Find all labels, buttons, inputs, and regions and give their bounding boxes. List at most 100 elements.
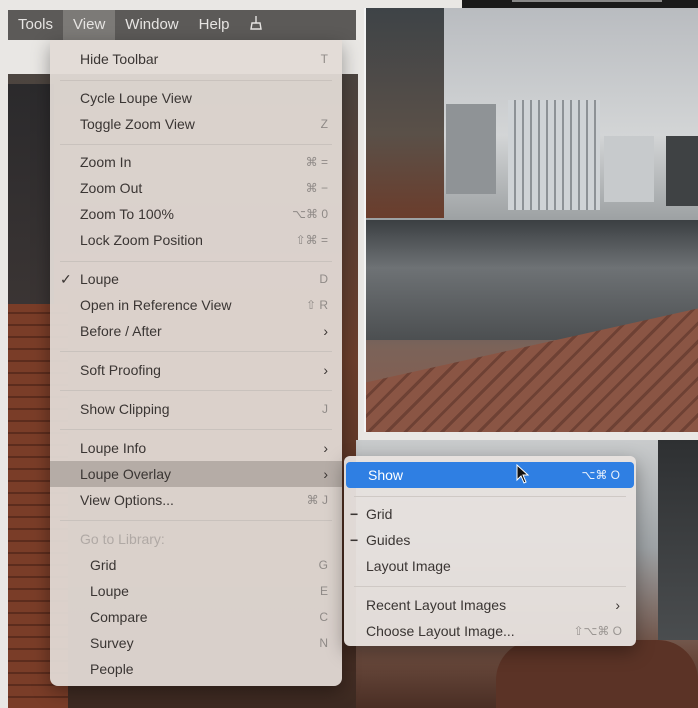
menu-item-loupe[interactable]: ✓ Loupe D (50, 266, 342, 292)
chevron-right-icon: › (323, 362, 328, 378)
menu-item-library-compare[interactable]: Compare C (50, 604, 342, 630)
menu-item-zoom-100[interactable]: Zoom To 100% ⌥⌘ 0 (50, 201, 342, 227)
menu-separator (60, 351, 332, 352)
menu-item-open-reference-view[interactable]: Open in Reference View ⇧ R (50, 292, 342, 318)
menu-item-label: Layout Image (366, 558, 451, 574)
menu-item-lock-zoom-position[interactable]: Lock Zoom Position ⇧⌘ = (50, 227, 342, 253)
mixed-state-icon: − (350, 532, 359, 548)
photo-building-distant (604, 136, 654, 202)
checkmark-icon: ✓ (60, 271, 72, 287)
menu-item-before-after[interactable]: Before / After › (50, 318, 342, 344)
view-menu: Hide Toolbar T Cycle Loupe View Toggle Z… (50, 40, 342, 686)
menu-separator (60, 390, 332, 391)
menu-item-label: Loupe Overlay (80, 466, 172, 482)
shortcut: G (318, 558, 328, 572)
menu-separator (60, 429, 332, 430)
menu-item-label: Loupe (90, 583, 129, 599)
photo-building-office (508, 100, 600, 210)
shortcut: ⇧⌘ = (295, 233, 328, 247)
menu-item-label: Zoom In (80, 154, 132, 170)
menu-item-label: Show (368, 467, 404, 483)
menu-item-library-people[interactable]: People (50, 656, 342, 682)
menu-separator (60, 80, 332, 81)
menu-item-library-survey[interactable]: Survey N (50, 630, 342, 656)
menu-item-label: Choose Layout Image... (366, 623, 515, 639)
menu-item-label: Open in Reference View (80, 297, 232, 313)
menu-item-label: Before / After (80, 323, 162, 339)
tower-building (8, 84, 54, 314)
photo-tower (658, 440, 698, 640)
menu-item-label: Cycle Loupe View (80, 90, 192, 106)
submenu-item-layout-image[interactable]: Layout Image (344, 553, 636, 579)
menu-item-label: Survey (90, 635, 134, 651)
menu-item-hide-toolbar[interactable]: Hide Toolbar T (50, 46, 342, 72)
menu-item-label: Loupe (80, 271, 119, 287)
canal-photo-preview (364, 8, 698, 432)
panel-strip-line (512, 0, 662, 2)
menu-item-library-loupe[interactable]: Loupe E (50, 578, 342, 604)
menu-item-label: Zoom To 100% (80, 206, 174, 222)
chevron-right-icon: › (323, 466, 328, 482)
shortcut: C (319, 610, 328, 624)
menu-item-label: Guides (366, 532, 411, 548)
menu-item-toggle-zoom-view[interactable]: Toggle Zoom View Z (50, 111, 342, 137)
menu-item-label: Hide Toolbar (80, 51, 159, 67)
photo-building-left (366, 8, 444, 218)
menu-window[interactable]: Window (115, 10, 188, 40)
menu-header-label: Go to Library: (80, 531, 165, 547)
menu-item-zoom-in[interactable]: Zoom In ⌘ = (50, 149, 342, 175)
menu-tools[interactable]: Tools (8, 10, 63, 40)
menu-header-go-to-library: Go to Library: (50, 526, 342, 552)
shortcut: ⌥⌘ 0 (292, 207, 328, 221)
menu-item-cycle-loupe-view[interactable]: Cycle Loupe View (50, 85, 342, 111)
menu-item-soft-proofing[interactable]: Soft Proofing › (50, 357, 342, 383)
shortcut: ⌘ = (305, 155, 328, 169)
menu-separator (60, 520, 332, 521)
shortcut: ⇧⌥⌘ O (573, 624, 622, 638)
submenu-item-recent-layout-images[interactable]: Recent Layout Images › (344, 592, 636, 618)
menu-separator (60, 144, 332, 145)
menu-item-label: Grid (366, 506, 393, 522)
menu-separator (60, 261, 332, 262)
shortcut: J (322, 402, 328, 416)
menu-help[interactable]: Help (189, 10, 240, 40)
submenu-item-show[interactable]: Show ⌥⌘ O (346, 462, 634, 488)
menu-separator (354, 496, 626, 497)
shortcut: E (319, 584, 328, 598)
menu-separator (354, 586, 626, 587)
shortcut: ⌘ J (306, 493, 328, 507)
menu-item-label: Soft Proofing (80, 362, 161, 378)
photo-bridge (496, 640, 698, 708)
mixed-state-icon: − (350, 506, 359, 522)
menu-item-loupe-info[interactable]: Loupe Info › (50, 435, 342, 461)
chevron-right-icon: › (323, 440, 328, 456)
loupe-overlay-submenu: Show ⌥⌘ O − Grid − Guides Layout Image R… (344, 456, 636, 646)
menu-item-label: People (90, 661, 134, 677)
photo-building-small (446, 104, 496, 194)
menu-item-loupe-overlay[interactable]: Loupe Overlay › (50, 461, 342, 487)
menu-item-label: Zoom Out (80, 180, 143, 196)
shortcut: ⌥⌘ O (581, 468, 621, 482)
menu-item-label: Lock Zoom Position (80, 232, 203, 248)
menu-item-label: Show Clipping (80, 401, 170, 417)
menu-view[interactable]: View (63, 10, 116, 40)
menu-item-library-grid[interactable]: Grid G (50, 552, 342, 578)
shortcut: D (319, 272, 328, 286)
photo-building-right (666, 136, 698, 206)
menu-item-label: Grid (90, 557, 117, 573)
chevron-right-icon: › (615, 597, 620, 613)
shortcut: N (319, 636, 328, 650)
submenu-item-choose-layout-image[interactable]: Choose Layout Image... ⇧⌥⌘ O (344, 618, 636, 644)
submenu-item-grid[interactable]: − Grid (344, 501, 636, 527)
shortcut: T (320, 52, 328, 66)
menu-item-view-options[interactable]: View Options... ⌘ J (50, 487, 342, 513)
menu-item-label: Loupe Info (80, 440, 147, 456)
app-menubar: Tools View Window Help (8, 10, 356, 40)
chevron-right-icon: › (323, 323, 328, 339)
menu-item-label: Compare (90, 609, 148, 625)
menu-item-zoom-out[interactable]: Zoom Out ⌘ − (50, 175, 342, 201)
broom-icon[interactable] (240, 16, 272, 34)
submenu-item-guides[interactable]: − Guides (344, 527, 636, 553)
menu-item-label: Toggle Zoom View (80, 116, 195, 132)
menu-item-show-clipping[interactable]: Show Clipping J (50, 396, 342, 422)
